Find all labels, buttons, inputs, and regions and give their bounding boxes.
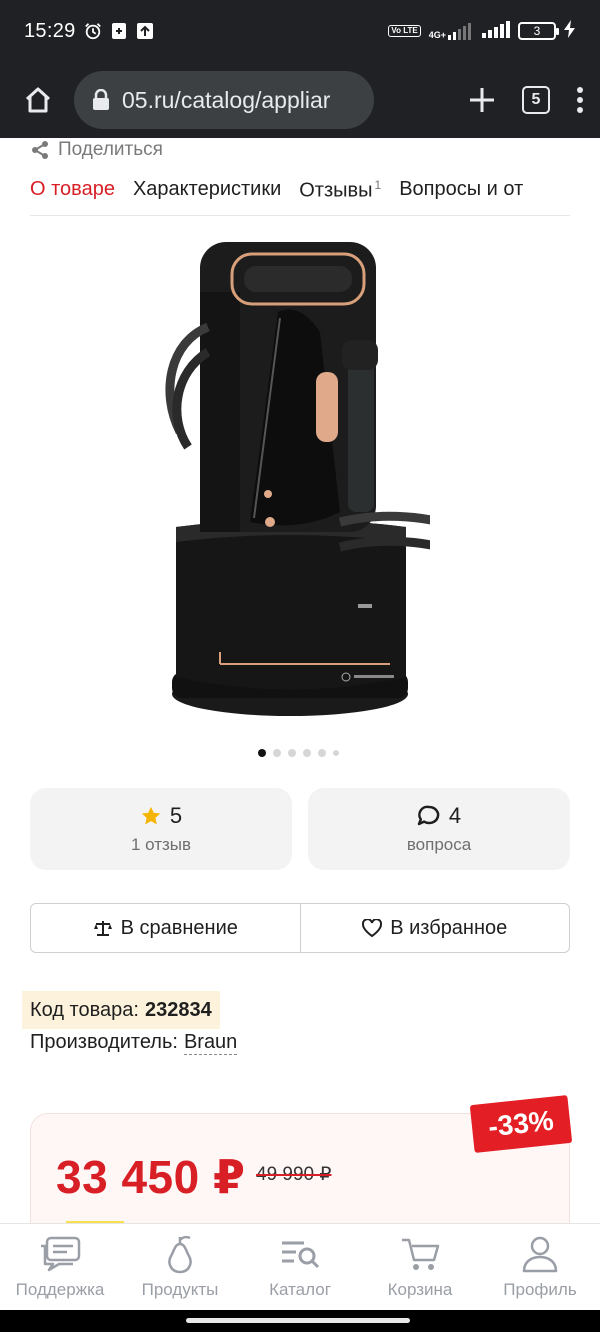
- pear-icon: [159, 1234, 201, 1274]
- compare-label: В сравнение: [120, 916, 238, 939]
- cart-icon: [399, 1234, 441, 1274]
- nav-label: Профиль: [503, 1280, 577, 1299]
- product-actions: В сравнение В избранное: [30, 903, 570, 953]
- signal-icon: [482, 20, 510, 43]
- maker-label: Производитель:: [30, 1031, 178, 1053]
- discount-badge: -33%: [469, 1095, 573, 1153]
- signal-4g-icon: 4G+: [429, 22, 474, 40]
- share-icon: [32, 141, 48, 159]
- bottom-navigation: Поддержка Продукты Каталог Корзина Профи…: [0, 1223, 600, 1310]
- tab-label: Отзывы: [299, 179, 373, 202]
- status-system-icons: Vo LTE 4G+ 3: [388, 19, 576, 43]
- url-text: 05.ru/catalog/appliar: [122, 86, 331, 113]
- network-type: 4G+: [428, 30, 446, 40]
- questions-count-label: вопроса: [406, 835, 472, 854]
- share-label: Поделиться: [58, 139, 163, 160]
- profile-icon: [519, 1234, 561, 1274]
- old-price: 49 990 ₽: [256, 1164, 332, 1185]
- upload-icon: [136, 22, 154, 40]
- pagination-dot[interactable]: [318, 749, 326, 757]
- address-bar[interactable]: 05.ru/catalog/appliar: [74, 71, 374, 129]
- status-notification-icons: [84, 22, 154, 40]
- rating-value: 5: [169, 803, 183, 828]
- nav-support[interactable]: Поддержка: [0, 1224, 120, 1310]
- maker-link[interactable]: Braun: [183, 1031, 238, 1055]
- nav-cart[interactable]: Корзина: [360, 1224, 480, 1310]
- product-tabs: О товаре Характеристики Отзывы 1 Вопросы …: [30, 168, 570, 216]
- share-link[interactable]: Поделиться: [30, 138, 163, 162]
- alarm-icon: [84, 22, 102, 40]
- nav-label: Продукты: [141, 1280, 219, 1299]
- charging-icon: [564, 19, 576, 43]
- reviews-count-label: 1 отзыв: [130, 835, 192, 854]
- plus-icon: [470, 88, 494, 112]
- code-label: Код товара:: [30, 998, 139, 1021]
- tab-label: О товаре: [30, 178, 115, 200]
- code-value: 232834: [144, 998, 212, 1021]
- pagination-dot[interactable]: [288, 749, 296, 757]
- heart-icon: [362, 919, 383, 937]
- pagination-dot[interactable]: [303, 749, 311, 757]
- tab-specs[interactable]: Характеристики: [132, 168, 282, 215]
- chat-icon: [39, 1234, 81, 1274]
- tab-label: Характеристики: [132, 178, 282, 200]
- browser-toolbar: 05.ru/catalog/appliar 5: [0, 62, 600, 138]
- nav-profile[interactable]: Профиль: [480, 1224, 600, 1310]
- nav-label: Поддержка: [15, 1280, 105, 1299]
- battery-icon: 3: [518, 22, 559, 40]
- volte-icon: Vo LTE: [388, 25, 421, 37]
- tab-about[interactable]: О товаре: [30, 168, 115, 215]
- new-tab-button[interactable]: [468, 86, 496, 114]
- lock-icon: [93, 89, 109, 110]
- steam-station-illustration: [165, 242, 442, 716]
- status-bar: 15:29 Vo LTE 4G+ 3: [0, 0, 600, 62]
- reviews-count: 1: [374, 178, 382, 192]
- gesture-handle[interactable]: [186, 1318, 410, 1323]
- tab-questions[interactable]: Вопросы и от: [399, 168, 524, 215]
- rating-card[interactable]: 5 1 отзыв: [30, 788, 292, 870]
- system-gesture-area: [0, 1310, 600, 1332]
- add-to-favorites-button[interactable]: В избранное: [299, 904, 570, 952]
- product-image[interactable]: [150, 232, 442, 732]
- tab-reviews[interactable]: Отзывы 1: [299, 168, 382, 215]
- questions-card[interactable]: 4 вопроса: [308, 788, 570, 870]
- compare-scales-icon: [93, 921, 112, 936]
- product-code: Код товара: 232834: [22, 991, 220, 1029]
- pagination-dot-active[interactable]: [258, 749, 266, 757]
- status-time: 15:29: [24, 19, 76, 42]
- pagination-dot[interactable]: [333, 750, 339, 756]
- tab-switcher-button[interactable]: 5: [522, 86, 550, 114]
- catalog-search-icon: [279, 1234, 321, 1274]
- browser-menu-button[interactable]: [576, 86, 584, 114]
- pagination-dot[interactable]: [273, 749, 281, 757]
- nav-label: Каталог: [269, 1280, 331, 1299]
- speech-bubble-icon: [417, 805, 440, 826]
- sim-notification-icon: [110, 22, 128, 40]
- more-vertical-icon: [577, 87, 583, 113]
- star-icon: [141, 806, 161, 825]
- questions-value: 4: [448, 803, 462, 828]
- nav-label: Корзина: [387, 1280, 453, 1299]
- home-button[interactable]: [16, 78, 60, 122]
- nav-products[interactable]: Продукты: [120, 1224, 240, 1310]
- manufacturer-row: Производитель: Braun: [30, 1031, 238, 1055]
- add-to-compare-button[interactable]: В сравнение: [31, 904, 300, 952]
- tab-label: Вопросы и от: [399, 178, 524, 200]
- favorite-label: В избранное: [390, 916, 508, 939]
- current-price: 33 450 ₽: [56, 1151, 246, 1203]
- gallery-pagination: [258, 749, 339, 757]
- nav-catalog[interactable]: Каталог: [240, 1224, 360, 1310]
- home-icon: [25, 87, 51, 113]
